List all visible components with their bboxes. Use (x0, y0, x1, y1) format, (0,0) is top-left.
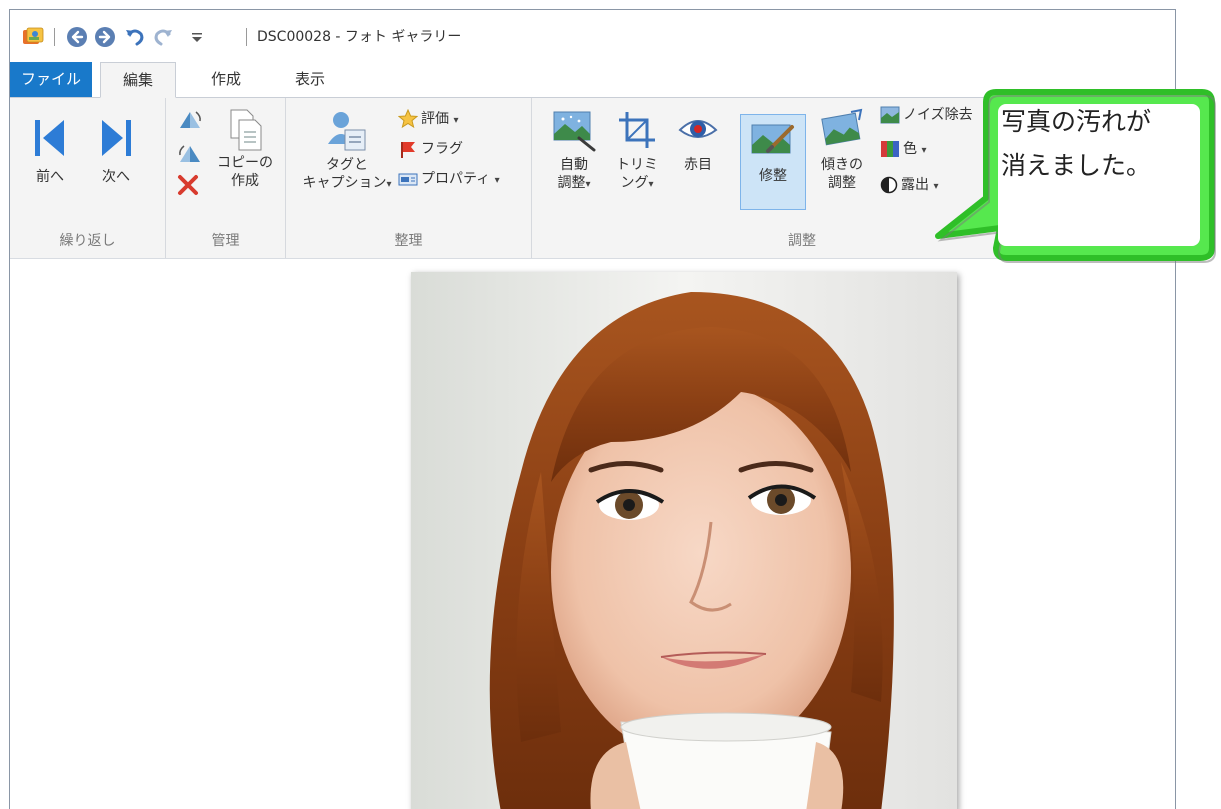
forward-icon[interactable] (94, 26, 116, 48)
next-button[interactable]: 次へ (94, 114, 138, 186)
copy-document-icon (230, 109, 262, 151)
color-button[interactable]: 色 ▾ (880, 138, 926, 162)
retouch-button[interactable]: 修整 (740, 114, 806, 210)
star-icon (398, 109, 418, 129)
crop-icon (619, 112, 655, 148)
tab-edit[interactable]: 編集 (100, 62, 176, 98)
tags-and-captions-button[interactable]: タグと キャプション▾ (292, 108, 402, 194)
straighten-icon (821, 108, 863, 146)
retouch-icon (751, 124, 794, 154)
crop-label-line2: ング (620, 175, 649, 191)
undo-icon[interactable] (124, 26, 146, 48)
dropdown-arrow: ▾ (453, 115, 459, 126)
dropdown-arrow: ▾ (648, 179, 654, 190)
previous-label: 前へ (36, 169, 64, 185)
back-icon[interactable] (66, 26, 88, 48)
customize-quick-access-icon[interactable] (186, 26, 208, 48)
callout-line-2: 消えました。 (1001, 151, 1152, 180)
properties-button[interactable]: プロパティ ▾ (398, 168, 500, 192)
title-separator (54, 28, 55, 46)
previous-button[interactable]: 前へ (28, 114, 72, 186)
tab-file[interactable]: ファイル (10, 62, 92, 98)
group-label-repeat: 繰り返し (59, 233, 116, 249)
photo-view-area (10, 260, 1175, 809)
title-bar: DSC00028 - フォト ギャラリー (10, 10, 1175, 62)
crop-button[interactable]: トリミ ング▾ (610, 108, 664, 194)
dropdown-arrow: ▾ (386, 179, 392, 190)
make-copy-label-line1: コピーの (217, 155, 273, 171)
red-eye-label: 赤目 (684, 157, 712, 173)
callout-text: 写真の汚れが 消えました。 (1001, 100, 1201, 188)
woman-with-cup-image (411, 272, 957, 809)
window-title: DSC00028 - フォト ギャラリー (257, 29, 462, 45)
auto-adjust-label-line1: 自動 (560, 157, 588, 173)
auto-adjust-icon (553, 111, 596, 152)
exposure-icon (880, 176, 898, 194)
flag-icon (401, 142, 415, 158)
rotate-right-icon[interactable] (176, 142, 204, 164)
flag-label: フラグ (421, 141, 463, 157)
rating-label: 評価 (421, 111, 449, 127)
straighten-button[interactable]: 傾きの 調整 (812, 108, 872, 192)
group-repeat: 前へ 次へ 繰り返し (10, 98, 166, 258)
flag-button[interactable]: フラグ (398, 138, 463, 162)
tags-label-line1: タグと (326, 157, 368, 173)
group-label-organize: 整理 (394, 233, 423, 249)
noise-reduction-icon (880, 106, 900, 124)
properties-icon (398, 173, 418, 186)
group-organize: タグと キャプション▾ 評価 ▾ フラグ プロパティ ▾ 整理 (286, 98, 532, 258)
next-label: 次へ (102, 169, 130, 185)
retouch-label: 修整 (759, 168, 787, 184)
portrait-photo[interactable] (411, 272, 957, 809)
callout-line-1: 写真の汚れが (1001, 107, 1152, 136)
rating-button[interactable]: 評価 ▾ (398, 108, 458, 132)
previous-icon (35, 120, 64, 156)
properties-label: プロパティ (421, 171, 491, 187)
color-label: 色 (903, 141, 917, 157)
eye-icon (678, 120, 718, 138)
make-copy-button[interactable]: コピーの 作成 (212, 108, 278, 190)
auto-adjust-label-line2: 調整 (557, 175, 586, 191)
photo-gallery-app-icon[interactable] (22, 27, 44, 47)
tags-label-line2: キャプション (302, 175, 387, 191)
straighten-label-line2: 調整 (828, 175, 856, 191)
exposure-label: 露出 (901, 177, 929, 193)
auto-adjust-button[interactable]: 自動 調整▾ (544, 108, 604, 194)
dropdown-arrow: ▾ (921, 145, 927, 156)
group-manage: コピーの 作成 管理 (166, 98, 286, 258)
people-tag-icon (328, 112, 366, 151)
dropdown-arrow: ▾ (494, 175, 500, 186)
red-eye-button[interactable]: 赤目 (672, 108, 724, 174)
tab-create[interactable]: 作成 (186, 62, 266, 98)
color-icon (881, 141, 899, 157)
dropdown-arrow: ▾ (585, 179, 591, 190)
next-icon (102, 120, 131, 156)
redo-icon[interactable] (152, 26, 174, 48)
rotate-left-icon[interactable] (176, 108, 204, 130)
delete-icon[interactable] (176, 174, 200, 196)
group-label-manage: 管理 (211, 233, 240, 249)
crop-label-line1: トリミ (616, 157, 658, 173)
title-separator (246, 28, 247, 46)
tab-view[interactable]: 表示 (272, 62, 348, 98)
straighten-label-line1: 傾きの (821, 157, 863, 173)
make-copy-label-line2: 作成 (231, 173, 259, 189)
